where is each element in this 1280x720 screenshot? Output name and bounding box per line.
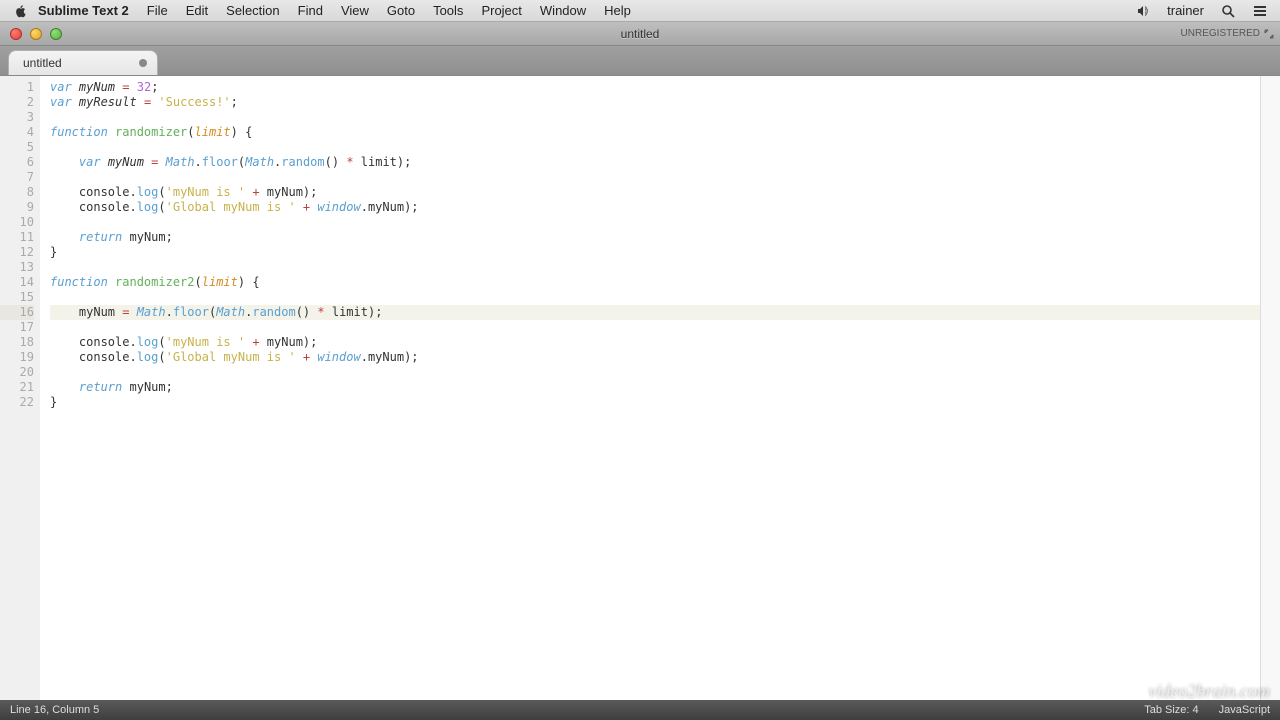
menu-edit[interactable]: Edit [186, 3, 208, 18]
cursor-position[interactable]: Line 16, Column 5 [10, 704, 99, 716]
menu-goto[interactable]: Goto [387, 3, 415, 18]
menu-window[interactable]: Window [540, 3, 586, 18]
file-tab[interactable]: untitled [8, 50, 158, 75]
code-content[interactable]: var myNum = 32;var myResult = 'Success!'… [40, 76, 1260, 700]
spotlight-icon[interactable] [1220, 3, 1236, 19]
dirty-indicator-icon [139, 59, 147, 67]
menu-tools[interactable]: Tools [433, 3, 463, 18]
tab-label: untitled [23, 56, 62, 70]
tab-size-selector[interactable]: Tab Size: 4 [1144, 704, 1198, 716]
expand-icon[interactable] [1264, 29, 1274, 39]
menu-help[interactable]: Help [604, 3, 631, 18]
close-window-button[interactable] [10, 28, 22, 40]
minimize-window-button[interactable] [30, 28, 42, 40]
macos-menubar: Sublime Text 2 File Edit Selection Find View… [0, 0, 1280, 22]
status-bar: Line 16, Column 5 Tab Size: 4 JavaScript [0, 700, 1280, 720]
menu-extras-icon[interactable] [1252, 3, 1268, 19]
registration-badge: UNREGISTERED [1181, 28, 1274, 39]
tab-bar: untitled [0, 46, 1280, 76]
app-name[interactable]: Sublime Text 2 [38, 3, 129, 18]
menu-view[interactable]: View [341, 3, 369, 18]
window-title: untitled [621, 27, 660, 41]
zoom-window-button[interactable] [50, 28, 62, 40]
volume-icon[interactable] [1135, 3, 1151, 19]
minimap[interactable] [1260, 76, 1280, 700]
menu-find[interactable]: Find [298, 3, 323, 18]
syntax-selector[interactable]: JavaScript [1219, 704, 1270, 716]
window-titlebar: untitled UNREGISTERED [0, 22, 1280, 46]
watermark: video2brain.com [1149, 681, 1270, 702]
menu-project[interactable]: Project [481, 3, 521, 18]
menu-selection[interactable]: Selection [226, 3, 279, 18]
apple-icon[interactable] [14, 4, 28, 18]
menubar-user[interactable]: trainer [1167, 3, 1204, 18]
menu-file[interactable]: File [147, 3, 168, 18]
editor-area[interactable]: 12345678910111213141516171819202122 var … [0, 76, 1280, 700]
line-gutter[interactable]: 12345678910111213141516171819202122 [0, 76, 40, 700]
